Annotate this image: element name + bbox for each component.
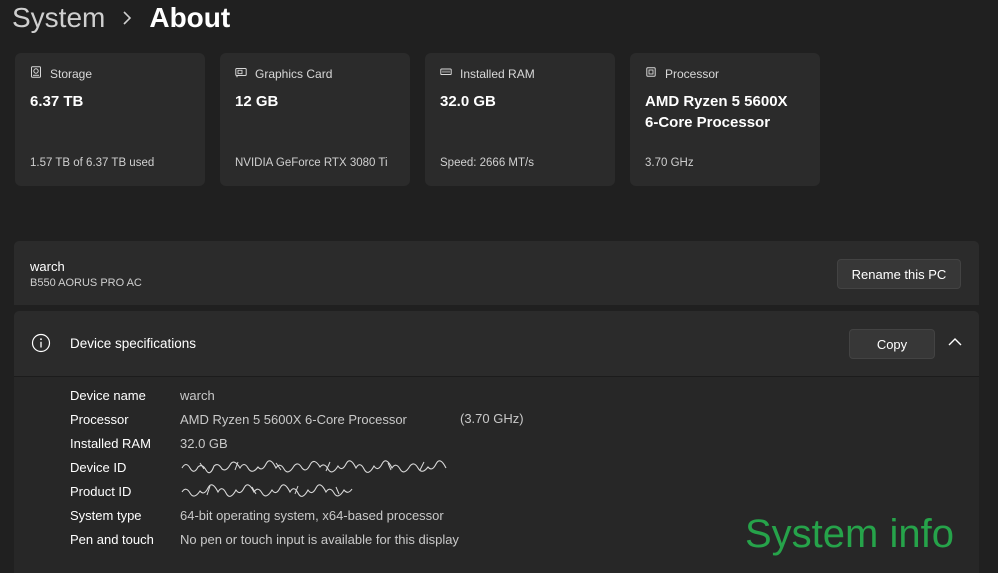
spec-value[interactable]: 64-bit operating system, x64-based proce… [180, 508, 444, 523]
spec-value[interactable]: No pen or touch input is available for t… [180, 532, 459, 547]
pc-model: B550 AORUS PRO AC [30, 277, 142, 289]
graphics-card-icon [235, 66, 247, 81]
spec-row-device-name: Device name warch [70, 385, 215, 405]
spec-label: Pen and touch [70, 531, 154, 547]
processor-card[interactable]: Processor AMD Ryzen 5 5600X 6-Core Proce… [630, 53, 820, 186]
copy-button[interactable]: Copy [849, 329, 935, 359]
breadcrumb-system[interactable]: System [12, 2, 105, 34]
spec-row-system-type: System type 64-bit operating system, x64… [70, 505, 444, 525]
spec-label: Device name [70, 387, 146, 403]
redacted-device-id [181, 460, 447, 474]
spec-value[interactable]: warch [180, 388, 215, 403]
card-subtext: 1.57 TB of 6.37 TB used [30, 157, 155, 169]
spec-row-pen-and-touch: Pen and touch No pen or touch input is a… [70, 529, 459, 549]
storage-card[interactable]: Storage 6.37 TB 1.57 TB of 6.37 TB used [15, 53, 205, 186]
page-title: About [149, 2, 231, 33]
redacted-product-id [181, 484, 353, 497]
card-title: Graphics Card [255, 66, 333, 81]
spec-label: Processor [70, 411, 129, 427]
card-value: 32.0 GB [440, 93, 496, 110]
storage-icon [30, 66, 42, 81]
spec-row-processor: Processor AMD Ryzen 5 5600X 6-Core Proce… [70, 409, 407, 429]
processor-icon [645, 66, 657, 81]
card-subtext: Speed: 2666 MT/s [440, 157, 534, 169]
watermark-text: System info [745, 512, 954, 556]
pc-name-section: warch B550 AORUS PRO AC Rename this PC [14, 241, 979, 305]
card-title: Storage [50, 66, 93, 81]
pc-name: warch [30, 259, 65, 274]
spec-label: Device ID [70, 459, 127, 475]
card-value: 6.37 TB [30, 93, 84, 110]
graphics-card-card[interactable]: Graphics Card 12 GB NVIDIA GeForce RTX 3… [220, 53, 410, 186]
spec-label: Product ID [70, 483, 132, 499]
breadcrumb: System About [12, 0, 230, 36]
card-subtext: NVIDIA GeForce RTX 3080 Ti [235, 157, 388, 169]
spec-value[interactable]: AMD Ryzen 5 5600X 6-Core Processor [180, 412, 407, 427]
spec-row-installed-ram: Installed RAM 32.0 GB [70, 433, 228, 453]
spec-row-product-id: Product ID [70, 481, 355, 501]
card-title: Installed RAM [460, 66, 535, 81]
ram-icon [440, 66, 452, 81]
spec-label: Installed RAM [70, 435, 151, 451]
section-title: Device specifications [70, 336, 197, 351]
rename-pc-button[interactable]: Rename this PC [837, 259, 961, 289]
card-value: 12 GB [235, 93, 279, 110]
spec-row-device-id: Device ID [70, 457, 448, 477]
card-value: AMD Ryzen 5 5600X 6-Core Processor [645, 93, 788, 131]
processor-speed: (3.70 GHz) [460, 411, 524, 426]
chevron-up-icon[interactable] [948, 337, 962, 347]
card-subtext: 3.70 GHz [645, 157, 694, 169]
info-icon [31, 333, 51, 353]
spec-value[interactable]: 32.0 GB [180, 436, 228, 451]
chevron-right-icon [113, 11, 141, 25]
card-title: Processor [665, 66, 720, 81]
spec-label: System type [70, 507, 142, 523]
installed-ram-card[interactable]: Installed RAM 32.0 GB Speed: 2666 MT/s [425, 53, 615, 186]
device-specifications-header[interactable]: Device specifications Copy [14, 311, 979, 377]
